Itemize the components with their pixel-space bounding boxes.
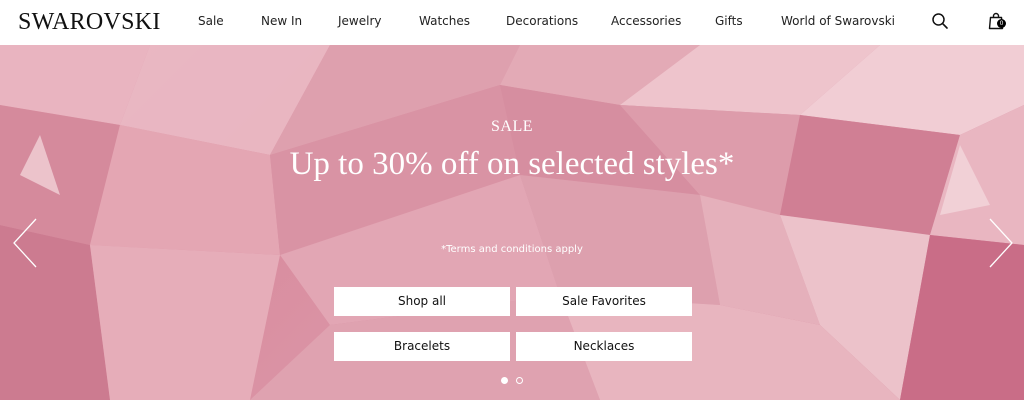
nav-item-gifts[interactable]: Gifts: [715, 13, 743, 29]
carousel-dot-1[interactable]: [501, 377, 508, 384]
next-slide-arrow-icon[interactable]: [986, 217, 1016, 269]
nav-item-jewelry[interactable]: Jewelry: [338, 13, 382, 29]
shop-all-button[interactable]: Shop all: [334, 287, 510, 316]
nav-item-watches[interactable]: Watches: [419, 13, 470, 29]
necklaces-button[interactable]: Necklaces: [516, 332, 692, 361]
search-icon[interactable]: [930, 11, 950, 31]
nav-item-decorations[interactable]: Decorations: [506, 13, 578, 29]
nav-item-sale[interactable]: Sale: [198, 13, 224, 29]
nav-item-new-in[interactable]: New In: [261, 13, 302, 29]
nav-item-world-of-swarovski[interactable]: World of Swarovski: [781, 13, 895, 29]
swarovski-logo[interactable]: SWAROVSKI: [18, 9, 161, 35]
shopping-bag-icon[interactable]: 0: [987, 11, 1007, 31]
terms-note: *Terms and conditions apply: [441, 244, 583, 255]
bag-count-badge: 0: [997, 19, 1006, 28]
crystal-facets-background: [0, 45, 1024, 400]
hero-banner: SALE Up to 30% off on selected styles* *…: [0, 45, 1024, 400]
bracelets-button[interactable]: Bracelets: [334, 332, 510, 361]
nav-item-accessories[interactable]: Accessories: [611, 13, 681, 29]
site-header: SWAROVSKI Sale New In Jewelry Watches De…: [0, 0, 1024, 45]
sale-favorites-button[interactable]: Sale Favorites: [516, 287, 692, 316]
carousel-dot-2[interactable]: [516, 377, 523, 384]
hero-eyebrow: SALE: [491, 118, 533, 135]
previous-slide-arrow-icon[interactable]: [10, 217, 40, 269]
hero-title: Up to 30% off on selected styles*: [289, 146, 735, 182]
